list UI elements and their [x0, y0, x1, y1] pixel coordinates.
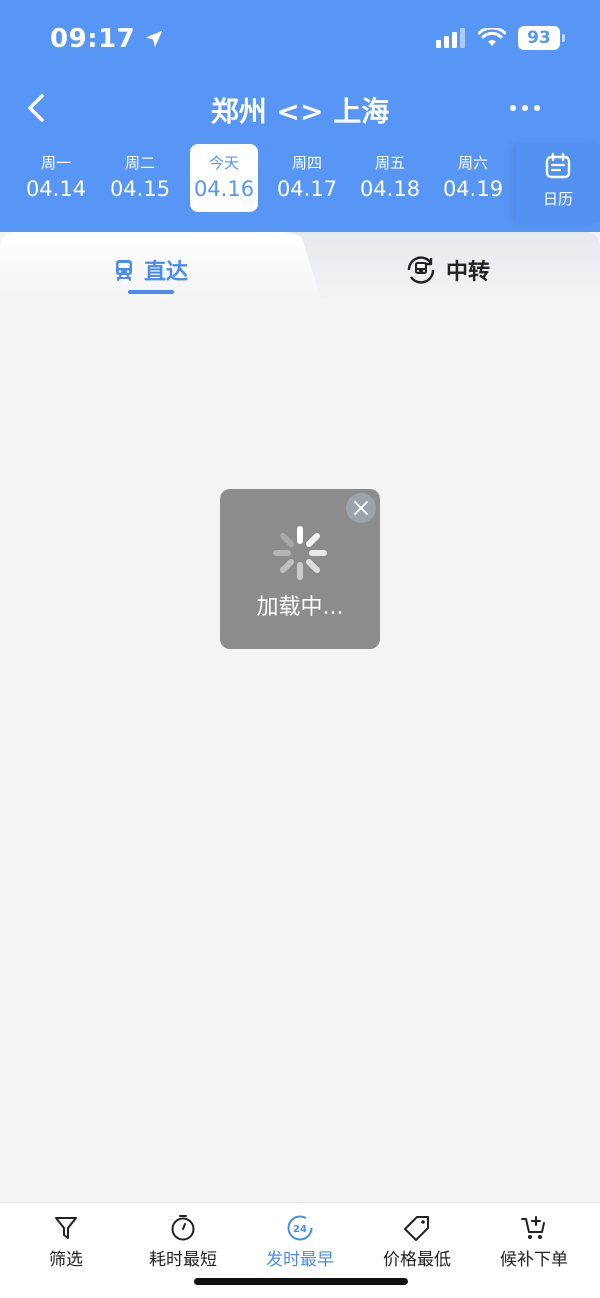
- price-tag-icon-wrap: [362, 1213, 472, 1243]
- date-item-0417[interactable]: 周四 04.17: [273, 144, 341, 212]
- battery-indicator: 93: [518, 26, 565, 50]
- tab-active-indicator: [128, 290, 174, 294]
- header: 09:17 93 郑州 <> 上海 周一 04.14 周二 04.15 今天 0…: [0, 0, 600, 232]
- cart-plus-icon: [521, 1216, 545, 1239]
- tab-transfer-label: 中转: [446, 260, 491, 285]
- date-item-0416-selected[interactable]: 今天 04.16: [190, 144, 258, 212]
- date-item-0414[interactable]: 周一 04.14: [22, 144, 90, 212]
- more-dot-icon: [534, 105, 540, 111]
- date-item-0415[interactable]: 周二 04.15: [106, 144, 174, 212]
- results-content: [0, 302, 600, 1202]
- date-value: 04.18: [359, 177, 421, 201]
- clock-24-icon-wrap: 24: [245, 1213, 355, 1243]
- sort-cheapest-button[interactable]: 价格最低: [362, 1213, 472, 1270]
- train-icon: [116, 260, 132, 281]
- sort-shortest-label: 耗时最短: [149, 1250, 217, 1270]
- date-weekday: 周二: [124, 154, 155, 172]
- date-value: 04.17: [276, 177, 338, 201]
- status-time: 09:17: [50, 24, 165, 54]
- tab-transfer[interactable]: 中转: [404, 250, 490, 290]
- signal-icon: [436, 28, 465, 48]
- sort-earliest-button[interactable]: 24 发时最早: [245, 1213, 355, 1270]
- route-tabs: 直达 中转: [0, 232, 600, 302]
- date-value: 04.14: [25, 177, 87, 201]
- filter-icon-wrap: [11, 1213, 121, 1243]
- tab-direct[interactable]: 直达: [112, 250, 188, 290]
- status-time-text: 09:17: [50, 24, 136, 54]
- loading-close-button[interactable]: [346, 493, 376, 523]
- date-item-0419[interactable]: 周六 04.19: [439, 144, 507, 212]
- loading-spinner-icon: [273, 526, 327, 580]
- calendar-icon: [545, 152, 571, 179]
- status-right: 93: [436, 26, 565, 50]
- home-indicator: [194, 1278, 408, 1285]
- cart-plus-icon-wrap: [479, 1213, 589, 1243]
- sort-shortest-button[interactable]: 耗时最短: [128, 1213, 238, 1270]
- nav-bar: 郑州 <> 上海: [0, 80, 600, 136]
- battery-level: 93: [527, 28, 551, 48]
- calendar-button[interactable]: 日历: [516, 144, 600, 222]
- filter-label: 筛选: [49, 1250, 83, 1270]
- more-button[interactable]: [500, 90, 550, 126]
- date-weekday: 周六: [457, 154, 488, 172]
- sort-cheapest-label: 价格最低: [383, 1250, 451, 1270]
- waitlist-order-label: 候补下单: [500, 1250, 568, 1270]
- status-bar: 09:17 93: [0, 0, 600, 80]
- calendar-label: 日历: [542, 190, 573, 208]
- transfer-train-icon: [407, 256, 435, 284]
- date-selector: 周一 04.14 周二 04.15 今天 04.16 周四 04.17 周五 0…: [0, 144, 600, 222]
- location-arrow-icon: [146, 30, 163, 48]
- wifi-icon: [478, 28, 506, 46]
- price-tag-icon: [404, 1216, 429, 1241]
- filter-icon: [55, 1217, 77, 1239]
- timer-icon-wrap: [128, 1213, 238, 1243]
- date-value: 04.15: [109, 177, 171, 201]
- date-weekday: 周四: [291, 154, 322, 172]
- clock-24-icon: 24: [287, 1215, 313, 1241]
- date-value: 04.19: [442, 177, 504, 201]
- more-dot-icon: [510, 105, 516, 111]
- filter-button[interactable]: 筛选: [11, 1213, 121, 1270]
- close-icon: [354, 501, 368, 515]
- loading-text: 加载中...: [256, 595, 344, 620]
- date-item-0418[interactable]: 周五 04.18: [356, 144, 424, 212]
- date-weekday: 今天: [208, 154, 239, 172]
- date-weekday: 周五: [374, 154, 405, 172]
- date-value: 04.16: [193, 177, 255, 201]
- timer-icon: [171, 1215, 195, 1241]
- date-weekday: 周一: [40, 154, 71, 172]
- sort-earliest-label: 发时最早: [266, 1250, 334, 1270]
- clock-24-badge: 24: [293, 1224, 307, 1235]
- loading-toast: 加载中...: [220, 489, 380, 649]
- more-dot-icon: [522, 105, 528, 111]
- tab-direct-label: 直达: [144, 260, 189, 285]
- waitlist-order-button[interactable]: 候补下单: [479, 1213, 589, 1270]
